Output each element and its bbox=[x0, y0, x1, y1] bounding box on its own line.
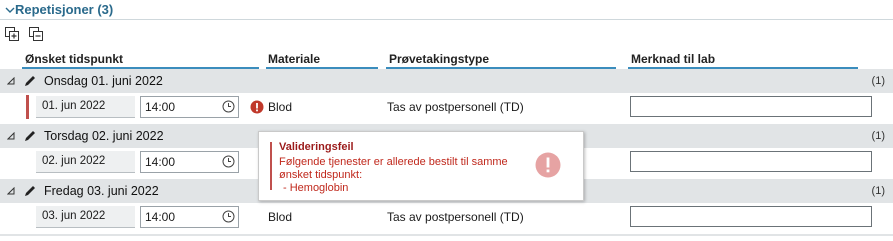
collapse-all-icon[interactable] bbox=[29, 27, 43, 41]
section-divider bbox=[0, 19, 893, 20]
pencil-icon[interactable] bbox=[24, 75, 36, 87]
merknad-input[interactable] bbox=[630, 151, 872, 172]
error-icon[interactable] bbox=[250, 100, 264, 114]
group-header[interactable]: Onsdag 01. juni 2022 (1) bbox=[0, 69, 893, 93]
pencil-icon[interactable] bbox=[24, 130, 36, 142]
group-count: (1) bbox=[871, 130, 885, 142]
group-count: (1) bbox=[871, 185, 885, 197]
date-field[interactable]: 03. jun 2022 bbox=[36, 206, 135, 228]
clock-icon[interactable] bbox=[222, 155, 235, 168]
table-row: 01. jun 2022 14:00 Blod Tas av postperso… bbox=[0, 93, 893, 121]
bottom-divider bbox=[0, 234, 893, 236]
tooltip-service-item: - Hemoglobin bbox=[283, 182, 349, 194]
validation-tooltip: Valideringsfeil Følgende tjenester er al… bbox=[258, 131, 584, 201]
group-label: Fredag 03. juni 2022 bbox=[44, 184, 159, 198]
section-title: Repetisjoner (3) bbox=[15, 2, 114, 17]
group-count: (1) bbox=[871, 75, 885, 87]
provetakingstype-value: Tas av postpersonell (TD) bbox=[387, 210, 524, 224]
error-icon bbox=[535, 152, 561, 178]
materiale-value: Blod bbox=[268, 210, 293, 224]
merknad-input[interactable] bbox=[630, 96, 872, 117]
clock-icon[interactable] bbox=[222, 100, 235, 113]
table-row: 03. jun 2022 14:00 Blod Tas av postperso… bbox=[0, 203, 893, 231]
collapse-triangle-icon[interactable] bbox=[7, 132, 15, 140]
section-header[interactable]: Repetisjoner (3) bbox=[0, 0, 893, 20]
time-field[interactable]: 14:00 bbox=[140, 206, 239, 228]
column-header-onsket-tidspunkt[interactable]: Ønsket tidspunkt bbox=[25, 52, 123, 66]
error-marker bbox=[26, 95, 29, 119]
pencil-icon[interactable] bbox=[24, 185, 36, 197]
time-value: 14:00 bbox=[145, 100, 176, 114]
tooltip-title: Valideringsfeil bbox=[279, 141, 354, 153]
collapse-triangle-icon[interactable] bbox=[7, 77, 15, 85]
time-value: 14:00 bbox=[145, 155, 176, 169]
column-header-merknad[interactable]: Merknad til lab bbox=[631, 52, 715, 66]
group-label: Onsdag 01. juni 2022 bbox=[44, 74, 163, 88]
tooltip-error-bar bbox=[270, 142, 272, 190]
clock-icon[interactable] bbox=[222, 210, 235, 223]
tooltip-message-line2: ønsket tidspunkt: bbox=[279, 169, 363, 181]
expand-all-icon[interactable] bbox=[5, 27, 19, 41]
materiale-value: Blod bbox=[268, 100, 293, 114]
time-value: 14:00 bbox=[145, 210, 176, 224]
merknad-input[interactable] bbox=[630, 206, 872, 227]
date-field[interactable]: 01. jun 2022 bbox=[36, 96, 135, 118]
time-field[interactable]: 14:00 bbox=[140, 96, 239, 118]
tooltip-message-line1: Følgende tjenester er allerede bestilt t… bbox=[279, 156, 508, 168]
provetakingstype-value: Tas av postpersonell (TD) bbox=[387, 100, 524, 114]
collapse-triangle-icon[interactable] bbox=[7, 187, 15, 195]
column-header-materiale[interactable]: Materiale bbox=[268, 52, 320, 66]
time-field[interactable]: 14:00 bbox=[140, 151, 239, 173]
column-header-provetakingstype[interactable]: Prøvetakingstype bbox=[389, 52, 489, 66]
date-field[interactable]: 02. jun 2022 bbox=[36, 151, 135, 173]
group-label: Torsdag 02. juni 2022 bbox=[44, 129, 164, 143]
